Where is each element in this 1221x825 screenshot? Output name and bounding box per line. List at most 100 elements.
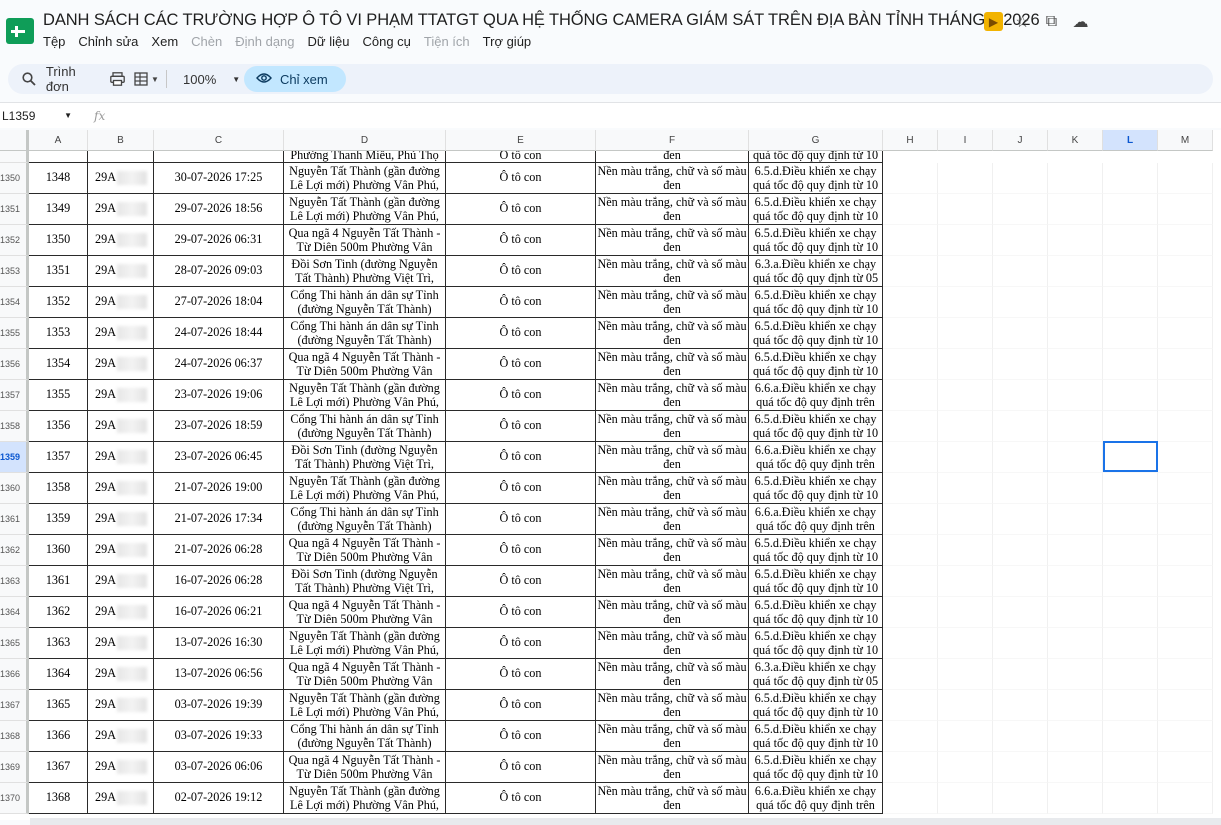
menu-item-0[interactable]: Tệp — [43, 34, 71, 49]
cell-d[interactable]: Cổng Thi hành án dân sự Tỉnh (đường Nguy… — [284, 721, 446, 752]
row-header[interactable]: 1368 — [0, 721, 29, 752]
cell-d[interactable]: Nguyễn Tất Thành (gần đường Lê Lợi mới) … — [284, 690, 446, 721]
empty-cell[interactable] — [1103, 659, 1158, 690]
cell-b[interactable]: 29A — [88, 225, 154, 256]
cell-g[interactable]: 6.5.d.Điều khiển xe chạy quá tốc độ quy … — [749, 318, 883, 349]
cell-c[interactable]: 24-07-2026 18:44 — [154, 318, 284, 349]
cell-d[interactable]: Nguyễn Tất Thành (gần đường Lê Lợi mới) … — [284, 783, 446, 814]
cell-a[interactable]: 1360 — [29, 535, 88, 566]
cell-e[interactable]: Ô tô con — [446, 442, 596, 473]
empty-cell[interactable] — [883, 411, 938, 442]
cell-a[interactable]: 1348 — [29, 163, 88, 194]
empty-cell[interactable] — [993, 783, 1048, 814]
cell-c[interactable]: 16-07-2026 06:21 — [154, 597, 284, 628]
row-header[interactable]: 1355 — [0, 318, 29, 349]
empty-cell[interactable] — [1048, 256, 1103, 287]
cell-f[interactable]: Nền màu trắng, chữ và số màu đen — [596, 225, 749, 256]
sheets-logo-icon[interactable] — [6, 18, 34, 44]
cell-f[interactable]: Nền màu trắng, chữ và số màu đen — [596, 411, 749, 442]
empty-cell[interactable] — [1158, 349, 1213, 380]
column-header-k[interactable]: K — [1048, 130, 1103, 151]
cell-f[interactable]: Nền màu trắng, chữ và số màu đen — [596, 504, 749, 535]
cell-e[interactable]: Ô tô con — [446, 194, 596, 225]
cell-b[interactable]: 29A — [88, 349, 154, 380]
cell-g[interactable]: 6.5.d.Điều khiển xe chạy quá tốc độ quy … — [749, 752, 883, 783]
cell-a[interactable]: 1367 — [29, 752, 88, 783]
cell-f[interactable]: Nền màu trắng, chữ và số màu đen — [596, 752, 749, 783]
menu-item-8[interactable]: Trợ giúp — [483, 34, 538, 49]
cell-c[interactable]: 30-07-2026 17:25 — [154, 163, 284, 194]
empty-cell[interactable] — [993, 225, 1048, 256]
empty-cell[interactable] — [993, 659, 1048, 690]
empty-cell[interactable] — [1048, 225, 1103, 256]
row-header[interactable]: 1352 — [0, 225, 29, 256]
empty-cell[interactable] — [1048, 535, 1103, 566]
cell-c[interactable]: 28-07-2026 09:03 — [154, 256, 284, 287]
empty-cell[interactable] — [1048, 566, 1103, 597]
empty-cell[interactable] — [993, 287, 1048, 318]
slides-badge-icon[interactable]: ▶ — [984, 12, 1003, 31]
empty-cell[interactable] — [938, 721, 993, 752]
empty-cell[interactable] — [1048, 287, 1103, 318]
row-header[interactable]: 1360 — [0, 473, 29, 504]
cell-b[interactable]: 29A — [88, 194, 154, 225]
cell-c[interactable]: 29-07-2026 06:31 — [154, 225, 284, 256]
cell-b[interactable]: 29A — [88, 442, 154, 473]
empty-cell[interactable] — [883, 349, 938, 380]
empty-cell[interactable] — [1158, 256, 1213, 287]
cell-g[interactable]: 6.5.d.Điều khiển xe chạy quá tốc độ quy … — [749, 535, 883, 566]
empty-cell[interactable] — [993, 473, 1048, 504]
row-header[interactable]: 1367 — [0, 690, 29, 721]
empty-cell[interactable] — [1103, 411, 1158, 442]
menu-item-1[interactable]: Chỉnh sửa — [78, 34, 144, 49]
cell-g[interactable]: 6.5.d.Điều khiển xe chạy quá tốc độ quy … — [749, 721, 883, 752]
cell-g[interactable]: 6.5.d.Điều khiển xe chạy quá tốc độ quy … — [749, 473, 883, 504]
empty-cell[interactable] — [1103, 287, 1158, 318]
cell-f[interactable]: Nền màu trắng, chữ và số màu đen — [596, 721, 749, 752]
cell-f[interactable]: Nền màu trắng, chữ và số màu đen — [596, 690, 749, 721]
cell-c[interactable]: 03-07-2026 06:06 — [154, 752, 284, 783]
empty-cell[interactable] — [993, 690, 1048, 721]
empty-cell[interactable] — [1158, 783, 1213, 814]
cell-e[interactable]: Ô tô con — [446, 628, 596, 659]
row-header[interactable]: 1353 — [0, 256, 29, 287]
cell-c[interactable]: 13-07-2026 06:56 — [154, 659, 284, 690]
cell-c[interactable]: 21-07-2026 06:28 — [154, 535, 284, 566]
empty-cell[interactable] — [883, 659, 938, 690]
cell-c[interactable]: 27-07-2026 18:04 — [154, 287, 284, 318]
empty-cell[interactable] — [993, 597, 1048, 628]
cell-f[interactable]: Nền màu trắng, chữ và số màu đen — [596, 287, 749, 318]
cell-a[interactable]: 1353 — [29, 318, 88, 349]
empty-cell[interactable] — [883, 287, 938, 318]
empty-cell[interactable] — [1103, 194, 1158, 225]
empty-cell[interactable] — [1048, 597, 1103, 628]
empty-cell[interactable] — [1103, 473, 1158, 504]
cell-a[interactable]: 1361 — [29, 566, 88, 597]
column-header-i[interactable]: I — [938, 130, 993, 151]
column-header-j[interactable]: J — [993, 130, 1048, 151]
cell-f[interactable]: Nền màu trắng, chữ và số màu đen — [596, 628, 749, 659]
empty-cell[interactable] — [938, 628, 993, 659]
cell-f[interactable]: Nền màu trắng, chữ và số màu đen — [596, 380, 749, 411]
empty-cell[interactable] — [883, 535, 938, 566]
empty-cell[interactable] — [993, 721, 1048, 752]
cell-partial-g[interactable]: quá tốc độ quy định từ 10 — [749, 151, 883, 163]
empty-cell[interactable] — [938, 690, 993, 721]
cell-a[interactable]: 1358 — [29, 473, 88, 504]
row-header[interactable]: 1363 — [0, 566, 29, 597]
cell-a[interactable]: 1366 — [29, 721, 88, 752]
cell-partial-a[interactable] — [29, 151, 88, 163]
cell-c[interactable]: 23-07-2026 18:59 — [154, 411, 284, 442]
cell-e[interactable]: Ô tô con — [446, 411, 596, 442]
row-header[interactable]: 1357 — [0, 380, 29, 411]
cell-e[interactable]: Ô tô con — [446, 380, 596, 411]
cell-f[interactable]: Nền màu trắng, chữ và số màu đen — [596, 163, 749, 194]
row-header[interactable]: 1369 — [0, 752, 29, 783]
cell-e[interactable]: Ô tô con — [446, 225, 596, 256]
cell-b[interactable]: 29A — [88, 287, 154, 318]
cell-a[interactable]: 1349 — [29, 194, 88, 225]
empty-cell[interactable] — [883, 225, 938, 256]
empty-cell[interactable] — [883, 442, 938, 473]
row-header[interactable]: 1354 — [0, 287, 29, 318]
empty-cell[interactable] — [938, 597, 993, 628]
